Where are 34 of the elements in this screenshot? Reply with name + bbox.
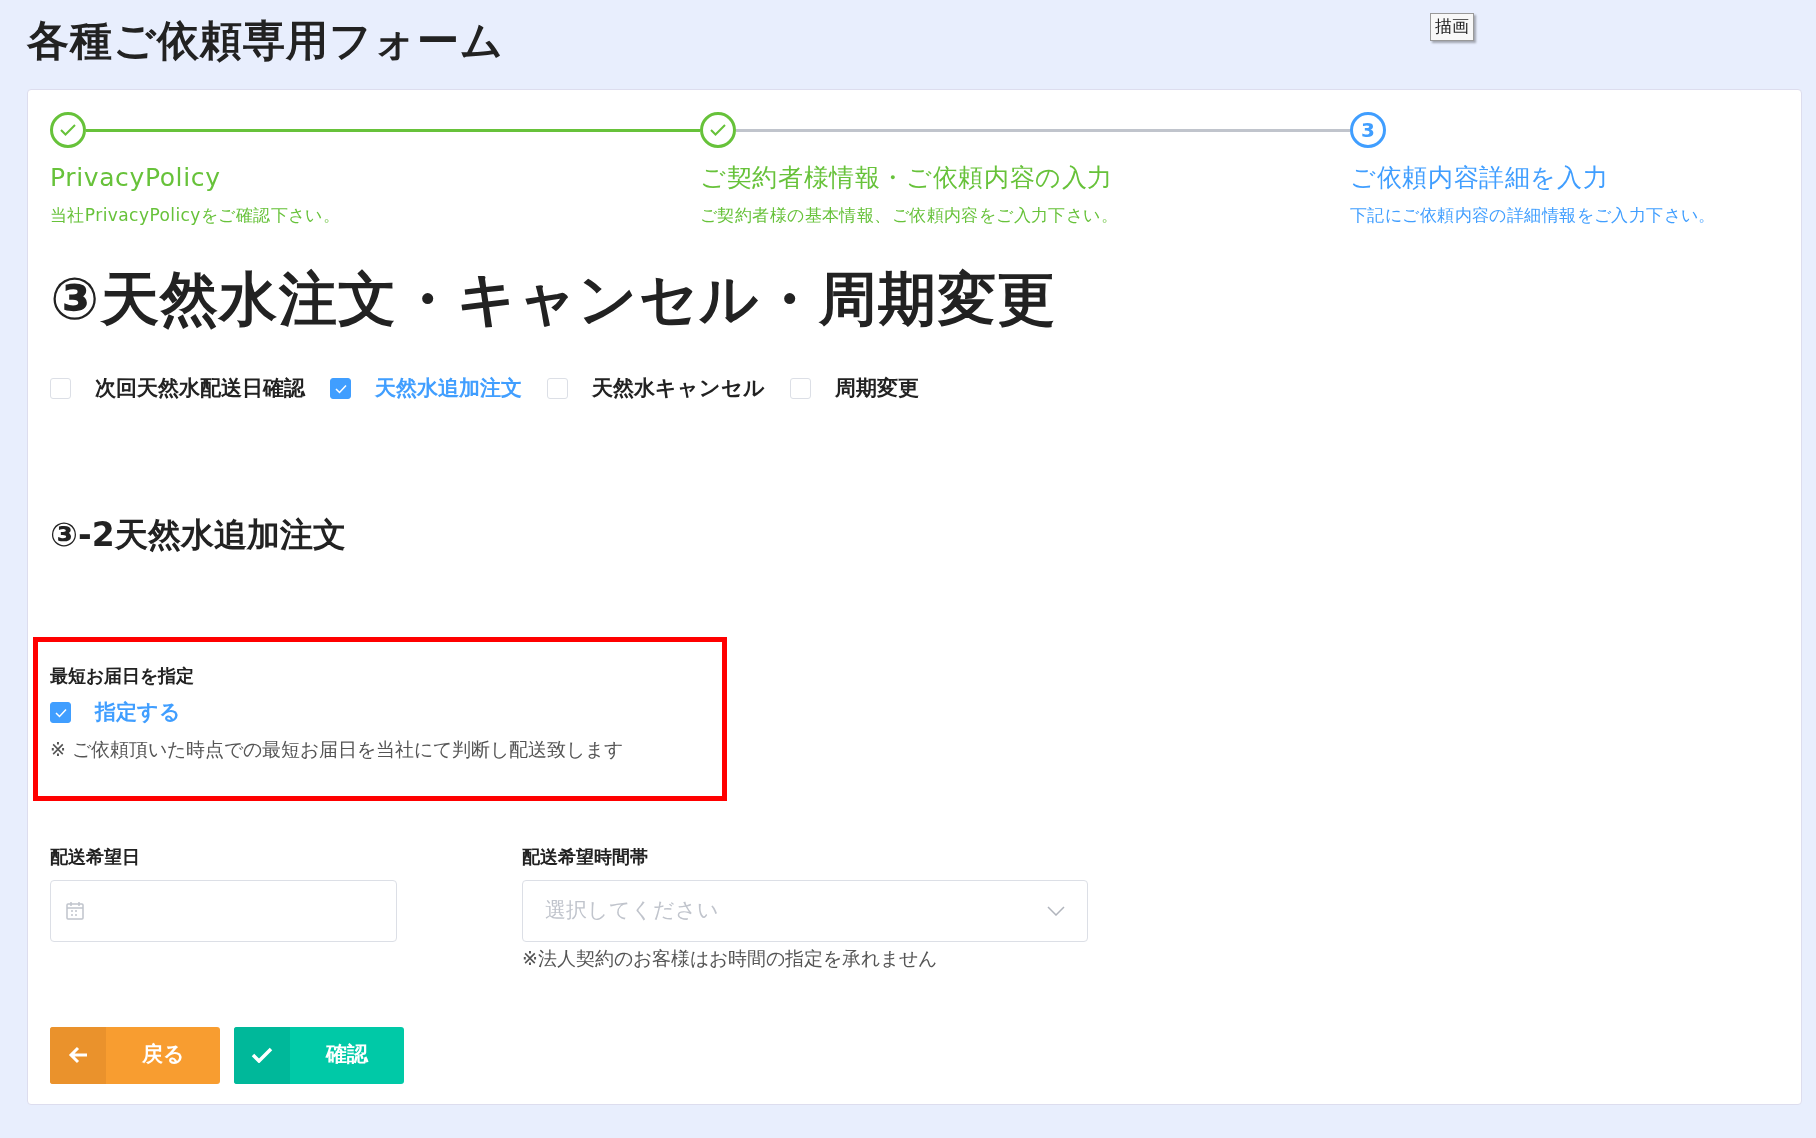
back-button[interactable]: 戻る: [50, 1026, 220, 1084]
step-title: ご契約者様情報・ご依頼内容の入力: [700, 162, 1114, 194]
checkbox-label[interactable]: 指定する: [95, 697, 181, 729]
chevron-down-icon: [1047, 906, 1065, 916]
page-title: 各種ご依頼専用フォーム: [27, 15, 505, 67]
note-text: ※ ご依頼頂いた時点での最短お届日を当社にて判断し配送致します: [50, 736, 624, 762]
confirm-button[interactable]: 確認: [234, 1026, 404, 1084]
checkbox-label[interactable]: 次回天然水配送日確認: [95, 373, 305, 405]
note-text: ※法人契約のお客様はお時間の指定を承れません: [522, 946, 938, 971]
field-label: 最短お届日を指定: [50, 664, 195, 688]
date-field[interactable]: [50, 880, 397, 942]
checkbox-label[interactable]: 周期変更: [835, 373, 919, 405]
checkbox[interactable]: [330, 378, 351, 400]
field-label: 配送希望時間帯: [522, 845, 649, 869]
check-icon: [60, 124, 76, 136]
check-icon: [54, 707, 67, 718]
calendar-icon: [65, 901, 85, 921]
check-icon: [334, 383, 347, 394]
step-description: 当社PrivacyPolicyをご確認下さい。: [50, 203, 342, 227]
step-description: ご契約者様の基本情報、ご依頼内容をご入力下さい。: [700, 203, 1120, 227]
field-label: 配送希望日: [50, 845, 141, 869]
check-icon: [251, 1047, 273, 1063]
tooltip: 描画: [1430, 13, 1474, 41]
step-title: PrivacyPolicy: [50, 162, 222, 194]
step-title: ご依頼内容詳細を入力: [1350, 162, 1610, 194]
arrow-left-icon: [68, 1046, 88, 1064]
time-select[interactable]: 選択してください: [522, 880, 1088, 942]
checkbox[interactable]: [50, 702, 71, 724]
subsection-title: ③-2天然水追加注文: [50, 513, 347, 556]
section-title: ③天然水注文・キャンセル・周期変更: [50, 264, 1058, 335]
step-description: 下記にご依頼内容の詳細情報をご入力下さい。: [1350, 203, 1717, 227]
checkbox-label[interactable]: 天然水追加注文: [375, 373, 522, 405]
checkbox-label[interactable]: 天然水キャンセル: [592, 373, 765, 405]
check-icon: [710, 124, 726, 136]
